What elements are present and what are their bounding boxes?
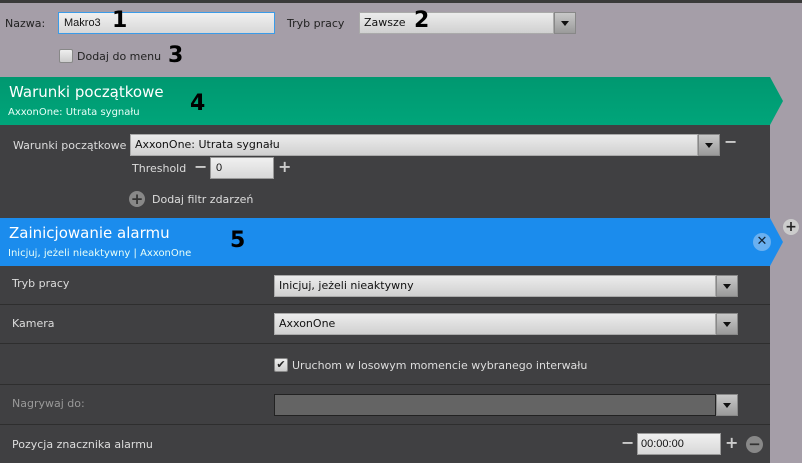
position-row: Pozycja znacznika alarmu − + − xyxy=(0,425,770,463)
camera-dropdown-button[interactable] xyxy=(716,313,738,335)
chevron-down-icon xyxy=(723,321,731,327)
action-title: Zainicjowanie alarmu xyxy=(9,224,170,242)
annotation-5: 5 xyxy=(230,228,246,253)
conditions-subtitle: AxxonOne: Utrata sygnału xyxy=(8,107,140,118)
conditions-dropdown-button[interactable] xyxy=(698,134,720,156)
record-select[interactable] xyxy=(274,394,716,416)
add-filter-link[interactable]: Dodaj filtr zdarzeń xyxy=(152,193,253,206)
mode-select[interactable]: Zawsze xyxy=(359,12,554,34)
chevron-down-icon xyxy=(561,20,569,26)
threshold-increment-icon[interactable]: + xyxy=(278,157,291,176)
random-label: Uruchom w losowym momencie wybranego int… xyxy=(292,359,588,372)
annotation-4: 4 xyxy=(190,91,206,116)
camera-select[interactable]: AxxonOne xyxy=(274,313,716,335)
action-mode-row: Tryb pracy Inicjuj, jeżeli nieaktywny xyxy=(0,266,770,305)
position-decrement-icon[interactable]: − xyxy=(621,433,634,452)
camera-row: Kamera AxxonOne xyxy=(0,305,770,344)
chevron-down-icon xyxy=(723,283,731,289)
name-input[interactable] xyxy=(58,12,275,34)
remove-icon[interactable]: − xyxy=(746,436,763,453)
action-mode-label: Tryb pracy xyxy=(12,277,70,290)
action-mode-value: Inicjuj, jeżeli nieaktywny xyxy=(279,279,414,292)
position-increment-icon[interactable]: + xyxy=(725,433,738,452)
chevron-down-icon xyxy=(723,402,731,408)
position-label: Pozycja znacznika alarmu xyxy=(12,438,153,451)
mode-label: Tryb pracy xyxy=(287,17,345,30)
remove-condition-icon[interactable]: − xyxy=(724,132,737,151)
add-to-menu-checkbox[interactable] xyxy=(59,49,73,63)
add-action-icon[interactable]: + xyxy=(783,219,799,235)
action-subtitle: Inicjuj, jeżeli nieaktywny | AxxonOne xyxy=(8,248,192,259)
camera-label: Kamera xyxy=(12,317,55,330)
threshold-input[interactable] xyxy=(210,157,274,179)
close-icon[interactable]: ✕ xyxy=(753,233,771,251)
conditions-field-label: Warunki początkowe xyxy=(13,139,127,152)
chevron-down-icon xyxy=(705,142,713,148)
mode-dropdown-button[interactable] xyxy=(554,12,576,34)
annotation-2: 2 xyxy=(414,8,430,33)
threshold-decrement-icon[interactable]: − xyxy=(194,157,207,176)
action-mode-dropdown-button[interactable] xyxy=(716,275,738,297)
action-mode-select[interactable]: Inicjuj, jeżeli nieaktywny xyxy=(274,275,716,297)
mode-select-value: Zawsze xyxy=(364,16,406,29)
add-to-menu-label: Dodaj do menu xyxy=(77,50,162,63)
top-bar xyxy=(0,0,802,3)
conditions-select-value: AxxonOne: Utrata sygnału xyxy=(135,138,280,151)
threshold-label: Threshold xyxy=(132,162,187,175)
record-label: Nagrywaj do: xyxy=(12,397,85,410)
record-row: Nagrywaj do: xyxy=(0,385,770,425)
action-panel: Tryb pracy Inicjuj, jeżeli nieaktywny Ka… xyxy=(0,266,770,463)
name-label: Nazwa: xyxy=(5,17,46,30)
camera-value: AxxonOne xyxy=(279,317,336,330)
conditions-select[interactable]: AxxonOne: Utrata sygnału xyxy=(130,134,698,156)
add-filter-icon[interactable]: + xyxy=(129,191,145,207)
record-dropdown-button[interactable] xyxy=(716,394,738,416)
conditions-title: Warunki początkowe xyxy=(9,83,164,101)
action-banner[interactable]: Zainicjowanie alarmu Inicjuj, jeżeli nie… xyxy=(0,218,783,266)
random-row: ✔ Uruchom w losowym momencie wybranego i… xyxy=(0,344,770,385)
position-input[interactable] xyxy=(637,433,721,455)
annotation-1: 1 xyxy=(112,8,128,33)
conditions-panel: Warunki początkowe AxxonOne: Utrata sygn… xyxy=(0,125,770,218)
random-checkbox[interactable]: ✔ xyxy=(274,358,288,372)
conditions-banner[interactable]: Warunki początkowe AxxonOne: Utrata sygn… xyxy=(0,77,783,125)
annotation-3: 3 xyxy=(168,43,184,68)
